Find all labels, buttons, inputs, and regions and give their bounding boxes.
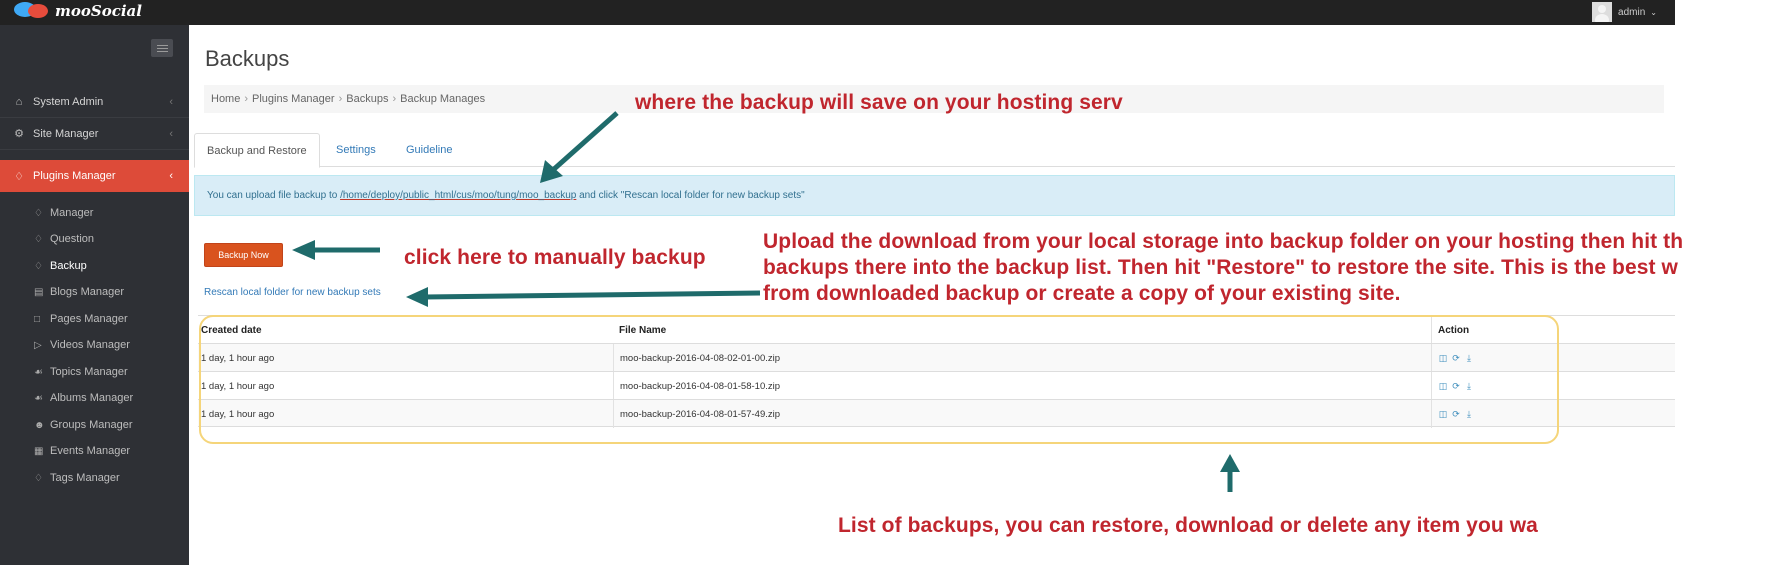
annotation-save-location: where the backup will save on your hosti… — [635, 91, 1123, 114]
arrow-to-path — [551, 111, 619, 172]
arrow-to-button-head — [292, 240, 315, 260]
annotation-upload-line-2: backups there into the backup list. Then… — [763, 256, 1678, 279]
arrow-to-rescan — [423, 290, 761, 300]
arrow-to-list-head — [1220, 454, 1240, 472]
annotation-list-note: List of backups, you can restore, downlo… — [838, 514, 1538, 537]
annotation-manual-backup: click here to manually backup — [404, 246, 706, 269]
annotation-upload-line-3: from downloaded backup or create a copy … — [763, 282, 1401, 305]
annotation-upload-line-1: Upload the download from your local stor… — [763, 230, 1684, 253]
arrow-to-rescan-head — [406, 287, 428, 307]
